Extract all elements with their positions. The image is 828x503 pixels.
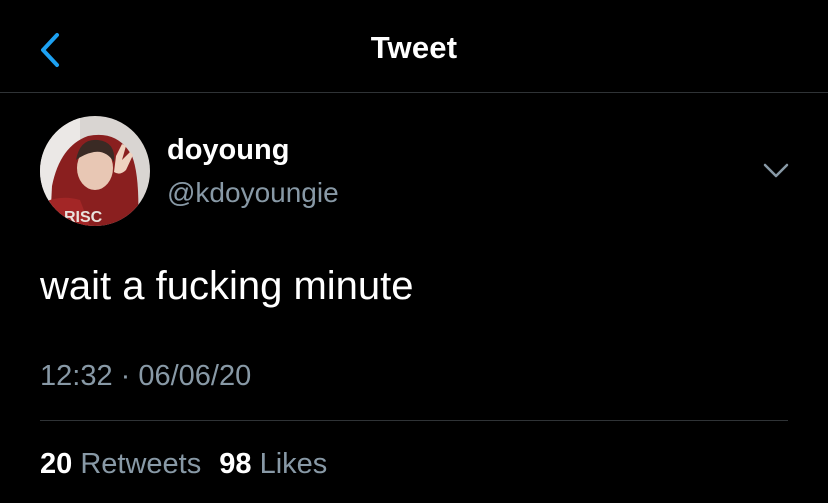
page-title: Tweet xyxy=(370,30,458,65)
header-divider xyxy=(0,92,828,93)
tweet-timestamp: 12:32 · 06/06/20 xyxy=(40,360,252,392)
likes-stat[interactable]: 98 Likes xyxy=(219,448,327,480)
retweets-stat[interactable]: 20 Retweets xyxy=(40,448,201,480)
retweets-count: 20 xyxy=(40,448,73,480)
svg-text:RISC: RISC xyxy=(64,209,103,226)
top-bar: Tweet xyxy=(0,0,828,92)
tweet-menu-button[interactable] xyxy=(760,160,792,182)
avatar[interactable]: RISC xyxy=(40,116,150,226)
author-name[interactable]: doyoung xyxy=(167,134,289,167)
avatar-photo: RISC xyxy=(40,116,150,226)
tweet-stats: 20 Retweets 98 Likes xyxy=(40,448,337,481)
stats-divider xyxy=(40,420,788,421)
author-handle[interactable]: @kdoyoungie xyxy=(167,177,339,209)
likes-label: Likes xyxy=(259,448,328,480)
likes-count: 98 xyxy=(219,448,252,480)
tweet-text: wait a fucking minute xyxy=(40,264,414,308)
retweets-label: Retweets xyxy=(80,448,202,480)
chevron-down-icon xyxy=(763,163,789,178)
